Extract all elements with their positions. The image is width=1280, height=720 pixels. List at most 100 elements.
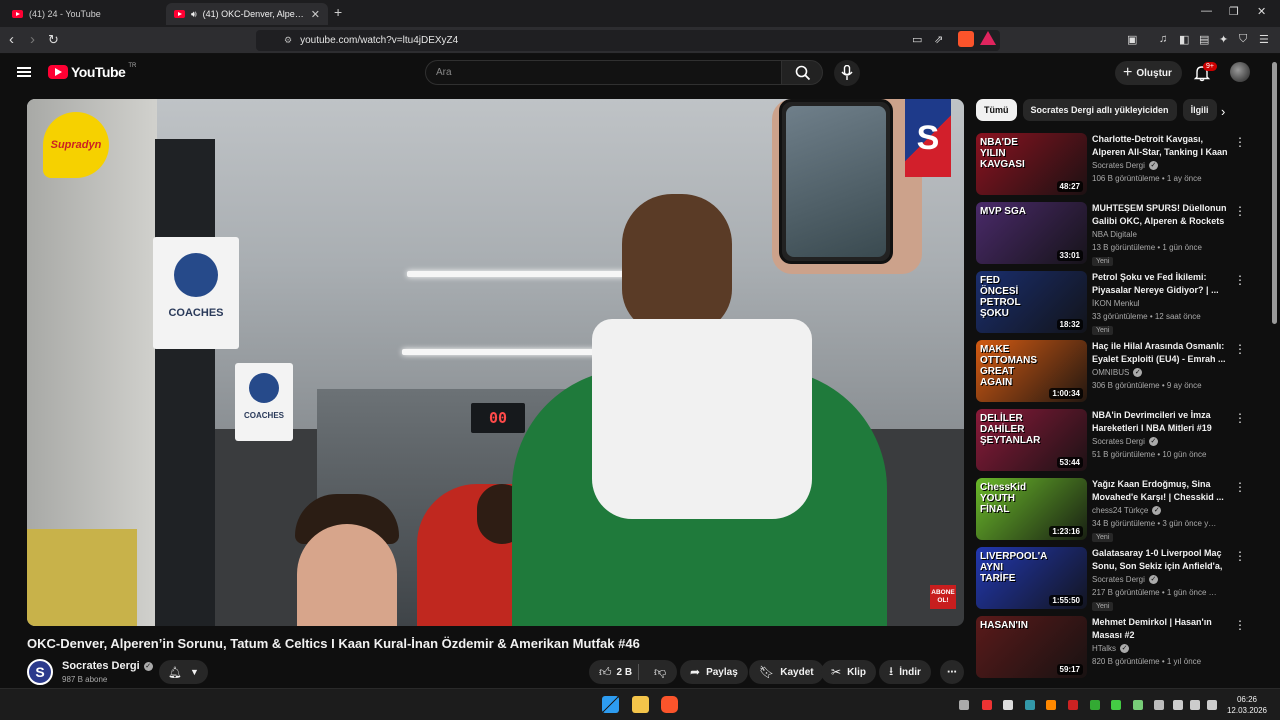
battery-icon[interactable] — [1207, 700, 1217, 710]
new-tab-icon[interactable]: + — [334, 4, 342, 20]
forward-icon[interactable]: › — [30, 31, 35, 49]
speaker-icon[interactable]: 🔊︎ — [191, 9, 197, 20]
more-vertical-icon[interactable]: ⋮ — [1234, 480, 1246, 494]
menu-icon[interactable]: ☰ — [1259, 33, 1269, 46]
recommended-video[interactable]: FED ÖNCESİ PETROL ŞOKU 18:32 Petrol Şoku v… — [976, 271, 1266, 335]
video-thumbnail[interactable]: LIVERPOOL'A AYNI TARİFE 1:55:50 — [976, 547, 1087, 609]
guide-menu-icon[interactable] — [17, 67, 31, 77]
more-vertical-icon[interactable]: ⋮ — [1234, 549, 1246, 563]
tray-app-icon[interactable] — [1025, 700, 1035, 710]
video-thumbnail[interactable]: FED ÖNCESİ PETROL ŞOKU 18:32 — [976, 271, 1087, 333]
recommended-video-title[interactable]: NBA'in Devrimcileri ve İmza Hareketleri … — [1092, 409, 1228, 435]
microphone-icon[interactable] — [1154, 700, 1164, 710]
minimize-icon[interactable]: — — [1201, 5, 1212, 17]
vpn-icon[interactable]: ⛉ — [1239, 33, 1247, 46]
recommended-video-title[interactable]: Charlotte-Detroit Kavgası, Alperen All-S… — [1092, 133, 1228, 159]
reader-mode-icon[interactable]: ▣ — [1127, 33, 1137, 46]
brave-shields-icon[interactable] — [958, 31, 974, 47]
tray-app-icon[interactable] — [982, 700, 992, 710]
recommended-channel[interactable]: NBA Digitale — [1092, 230, 1137, 239]
file-explorer-icon[interactable] — [632, 696, 649, 713]
recommended-channel[interactable]: HTalks ✓ — [1092, 644, 1130, 653]
search-input[interactable]: Ara — [425, 60, 782, 85]
more-vertical-icon[interactable]: ⋮ — [1234, 204, 1246, 218]
recommended-video[interactable]: LIVERPOOL'A AYNI TARİFE 1:55:50 Galatasara… — [976, 547, 1266, 611]
subscribe-badge[interactable]: ABONE OL! — [930, 585, 956, 609]
recommended-channel[interactable]: İKON Menkul — [1092, 299, 1140, 308]
voice-search-button[interactable] — [834, 60, 860, 86]
close-window-icon[interactable]: ✕ — [1257, 5, 1266, 18]
more-vertical-icon[interactable]: ⋮ — [1234, 618, 1246, 632]
leo-ai-icon[interactable]: ✦ — [1219, 33, 1228, 46]
tray-app-icon[interactable] — [1133, 700, 1143, 710]
channel-name[interactable]: Socrates Dergi ✓ — [62, 660, 153, 672]
video-player[interactable]: COACHES COACHES 00 Supradyn S ABONE OL! — [27, 99, 964, 626]
more-actions-button[interactable]: ⋯ — [940, 660, 964, 684]
dislike-button[interactable]: 👎︎ — [645, 665, 666, 680]
tray-app-icon[interactable] — [1068, 700, 1078, 710]
network-icon[interactable] — [1173, 700, 1183, 710]
more-vertical-icon[interactable]: ⋮ — [1234, 342, 1246, 356]
tray-app-icon[interactable] — [959, 700, 969, 710]
recommended-video[interactable]: MAKE OTTOMANS GREAT AGAIN 1:00:34 Haç ile … — [976, 340, 1266, 404]
reload-icon[interactable]: ↻ — [48, 31, 59, 49]
windows-start-icon[interactable] — [602, 696, 619, 713]
channel-avatar[interactable]: S — [27, 659, 53, 685]
back-icon[interactable]: ‹ — [9, 31, 14, 49]
download-button[interactable]: ⭳ İndir — [879, 660, 931, 684]
recommended-video[interactable]: DELİLER DAHİLER ŞEYTANLAR 53:44 NBA'in Dev… — [976, 409, 1266, 473]
restore-icon[interactable]: ❐ — [1229, 5, 1239, 18]
tray-app-icon[interactable] — [1046, 700, 1056, 710]
tray-app-icon[interactable] — [1111, 700, 1121, 710]
video-thumbnail[interactable]: ChessKid YOUTH FİNAL 1:23:16 — [976, 478, 1087, 540]
cast-icon[interactable]: ▭ — [912, 33, 922, 46]
close-tab-icon[interactable]: ✕ — [311, 8, 320, 21]
chip-all[interactable]: Tümü — [976, 99, 1017, 121]
youtube-logo[interactable]: YouTube TR — [48, 63, 136, 80]
save-button[interactable]: 🔖︎ Kaydet — [749, 660, 824, 684]
recommended-video[interactable]: ChessKid YOUTH FİNAL 1:23:16 Yağız Kaan Er… — [976, 478, 1266, 542]
scrollbar[interactable] — [1272, 62, 1277, 324]
share-button[interactable]: ➦ Paylaş — [680, 660, 748, 684]
recommended-video-title[interactable]: Petrol Şoku ve Fed İkilemi: Piyasalar Ne… — [1092, 271, 1228, 297]
tray-app-icon[interactable] — [1090, 700, 1100, 710]
search-button[interactable] — [781, 60, 823, 85]
recommended-video[interactable]: HASAN'IN 59:17 Mehmet Demirkol | Hasan'ın … — [976, 616, 1266, 680]
chip-related[interactable]: İlgili — [1182, 99, 1217, 121]
site-info-icon[interactable]: ⚙ — [284, 35, 292, 46]
chevron-right-icon[interactable]: › — [1221, 104, 1225, 119]
video-thumbnail[interactable]: NBA'DE YILIN KAVGASI 48:27 — [976, 133, 1087, 195]
sidebar-icon[interactable]: ◧ — [1179, 33, 1189, 46]
brave-rewards-icon[interactable] — [980, 31, 996, 45]
video-thumbnail[interactable]: MAKE OTTOMANS GREAT AGAIN 1:00:34 — [976, 340, 1087, 402]
brave-browser-icon[interactable] — [661, 696, 678, 713]
recommended-channel[interactable]: Socrates Dergi ✓ — [1092, 575, 1158, 584]
recommended-channel[interactable]: Socrates Dergi ✓ — [1092, 161, 1158, 170]
clip-button[interactable]: ✂ Klip — [821, 660, 876, 684]
subscription-bell-button[interactable]: 🔔︎ ▼ — [159, 660, 208, 684]
recommended-channel[interactable]: Socrates Dergi ✓ — [1092, 437, 1158, 446]
recommended-channel[interactable]: OMNIBUS ✓ — [1092, 368, 1143, 377]
like-button[interactable]: 👍︎ 2 B — [589, 664, 639, 680]
tray-app-icon[interactable] — [1003, 700, 1013, 710]
recommended-video-title[interactable]: MUHTEŞEM SPURS! Düellonun Galibi OKC, Al… — [1092, 202, 1228, 228]
recommended-video-title[interactable]: Haç ile Hilal Arasında Osmanlı: Eyalet E… — [1092, 340, 1228, 366]
more-vertical-icon[interactable]: ⋮ — [1234, 135, 1246, 149]
media-icon[interactable]: ♫ — [1159, 33, 1167, 45]
video-thumbnail[interactable]: DELİLER DAHİLER ŞEYTANLAR 53:44 — [976, 409, 1087, 471]
more-vertical-icon[interactable]: ⋮ — [1234, 273, 1246, 287]
recommended-video[interactable]: MVP SGA 33:01 MUHTEŞEM SPURS! Düellonun Ga… — [976, 202, 1266, 266]
system-clock[interactable]: 06:26 12.03.2026 — [1224, 694, 1270, 716]
video-thumbnail[interactable]: MVP SGA 33:01 — [976, 202, 1087, 264]
recommended-video-title[interactable]: Yağız Kaan Erdoğmuş, Sina Movahed'e Karş… — [1092, 478, 1228, 504]
browser-tab[interactable]: (41) 24 - YouTube — [4, 3, 164, 25]
recommended-video-title[interactable]: Mehmet Demirkol | Hasan'ın Masası #2 — [1092, 616, 1228, 642]
wallet-icon[interactable]: ▤ — [1199, 33, 1209, 46]
more-vertical-icon[interactable]: ⋮ — [1234, 411, 1246, 425]
volume-icon[interactable] — [1190, 700, 1200, 710]
create-button[interactable]: + Oluştur — [1115, 61, 1182, 85]
share-page-icon[interactable]: ⇗ — [934, 33, 943, 46]
recommended-video[interactable]: NBA'DE YILIN KAVGASI 48:27 Charlotte-Detro… — [976, 133, 1266, 197]
video-thumbnail[interactable]: HASAN'IN 59:17 — [976, 616, 1087, 678]
chip-from-uploader[interactable]: Socrates Dergi adlı yükleyiciden — [1022, 99, 1177, 121]
